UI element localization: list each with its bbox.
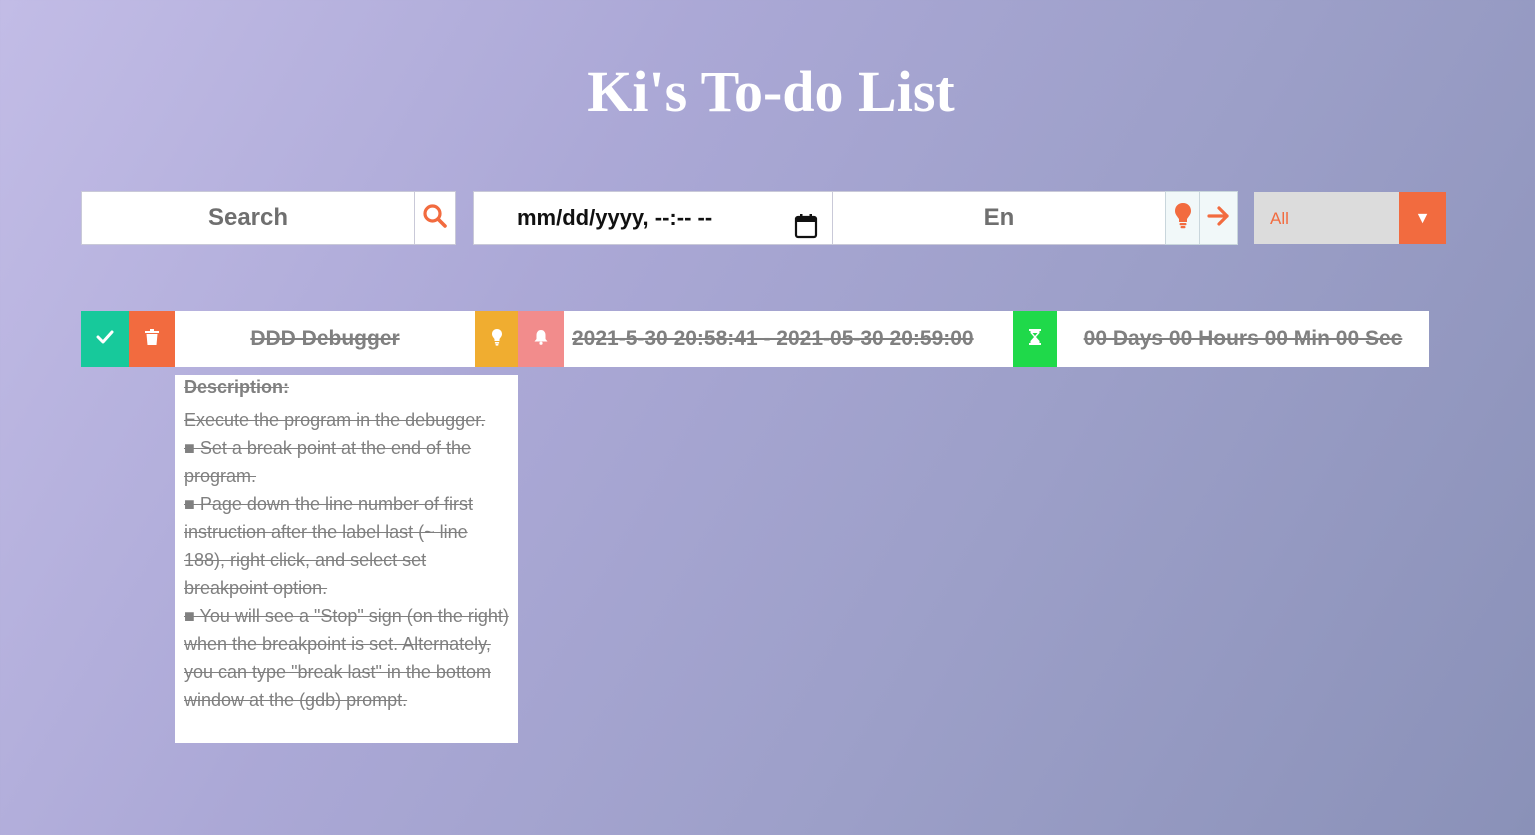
timer-button[interactable] [1013, 311, 1057, 367]
task-name[interactable]: DDD Debugger [175, 311, 475, 367]
description-line: ■ You will see a "Stop" sign (on the rig… [184, 606, 509, 710]
task-name-input[interactable]: En [832, 191, 1166, 245]
check-icon [96, 330, 114, 349]
arrow-right-icon [1206, 205, 1231, 232]
chevron-down-icon[interactable]: ▼ [1399, 192, 1446, 244]
delete-button[interactable] [129, 311, 175, 367]
description-title: Description: [184, 377, 290, 397]
idea-button[interactable] [1165, 191, 1200, 245]
task-idea-button[interactable] [475, 311, 518, 367]
search-input[interactable]: Search [81, 191, 415, 245]
bell-icon [534, 329, 548, 350]
trash-icon [145, 328, 159, 350]
task-date-range: 2021-5-30 20:58:41 - 2021-05-30 20:59:00 [564, 311, 1013, 367]
filter-selected-value: All [1270, 209, 1289, 228]
datetime-placeholder: mm/dd/yyyy, --:-- -- [517, 205, 713, 230]
page-title: Ki's To-do List [587, 59, 955, 124]
description-line: ■ Set a break point at the end of the pr… [184, 438, 472, 486]
complete-button[interactable] [81, 311, 129, 367]
datetime-input[interactable]: mm/dd/yyyy, --:-- -- [473, 191, 833, 245]
lightbulb-icon [1174, 202, 1192, 235]
search-placeholder: Search [207, 204, 289, 231]
task-description: Description: Execute the program in the … [175, 375, 518, 743]
hourglass-icon [1029, 328, 1041, 350]
countdown-timer: 00 Days 00 Hours 00 Min 00 Sec [1057, 311, 1429, 367]
lightbulb-icon [491, 328, 503, 351]
calendar-icon[interactable] [794, 206, 818, 258]
search-icon [422, 203, 448, 234]
description-line: ■ Page down the line number of first ins… [184, 494, 474, 598]
task-name-placeholder: En [983, 204, 1015, 231]
add-task-button[interactable] [1199, 191, 1238, 245]
reminder-button[interactable] [518, 311, 564, 367]
filter-select[interactable]: All ▼ [1254, 192, 1446, 244]
search-button[interactable] [414, 191, 456, 245]
description-line: Execute the program in the debugger. [184, 410, 486, 430]
